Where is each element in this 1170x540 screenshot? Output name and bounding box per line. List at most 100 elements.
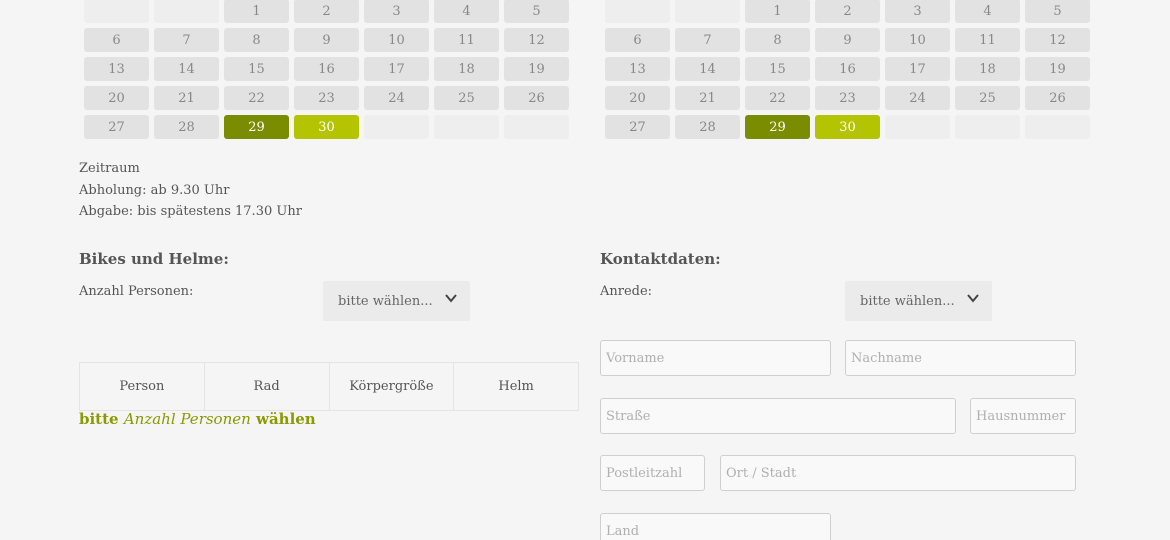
calendar-day[interactable]: 7 [675,28,740,52]
calendar-day[interactable]: 4 [434,0,499,23]
calendar-day[interactable]: 30 [294,115,359,139]
calendar-week: 6 7 8 9 10 11 12 [605,28,1090,52]
persons-hint: bitte Anzahl Personen wählen [79,410,316,428]
street-field[interactable] [600,398,956,434]
calendar-day[interactable]: 1 [745,0,810,23]
calendar-day[interactable]: 6 [84,28,149,52]
calendar-day[interactable]: 29 [224,115,289,139]
persons-table: Person Rad Körpergröße Helm [79,362,579,411]
hint-post: wählen [256,410,316,428]
calendar-day[interactable]: 16 [294,57,359,81]
calendar-day[interactable]: 2 [294,0,359,23]
period-info: Zeitraum Abholung: ab 9.30 Uhr Abgabe: b… [79,158,302,223]
lastname-field[interactable] [845,340,1076,376]
calendar-day[interactable]: 2 [815,0,880,23]
calendar-day-empty [504,115,569,139]
calendar-day-empty [364,115,429,139]
calendar-day[interactable]: 10 [885,28,950,52]
calendar-day[interactable]: 18 [434,57,499,81]
firstname-field[interactable] [600,340,831,376]
calendar-day-empty [84,0,149,23]
calendar-day[interactable]: 28 [675,115,740,139]
column-person: Person [79,362,205,411]
calendar-day-empty [955,115,1020,139]
calendar-day[interactable]: 17 [364,57,429,81]
calendar-day[interactable]: 20 [605,86,670,110]
calendar-day[interactable]: 19 [1025,57,1090,81]
calendar-day[interactable]: 25 [434,86,499,110]
calendar-day[interactable]: 1 [224,0,289,23]
persons-select-value: bitte wählen... [338,293,433,309]
calendar-day[interactable]: 23 [815,86,880,110]
calendar-week: 27 28 29 30 [84,115,569,139]
calendar-day[interactable]: 13 [84,57,149,81]
calendar-day[interactable]: 16 [815,57,880,81]
calendar-day[interactable]: 9 [815,28,880,52]
calendar-day[interactable]: 22 [745,86,810,110]
calendar-day[interactable]: 21 [675,86,740,110]
period-title: Zeitraum [79,161,140,176]
salutation-select-value: bitte wählen... [860,293,955,309]
calendar-day[interactable]: 26 [1025,86,1090,110]
salutation-select[interactable]: bitte wählen... [845,281,992,321]
housenumber-field[interactable] [970,398,1076,434]
calendar-day-empty [154,0,219,23]
calendar-day[interactable]: 15 [745,57,810,81]
calendar-day[interactable]: 12 [504,28,569,52]
calendar-day[interactable]: 8 [224,28,289,52]
calendar-day[interactable]: 18 [955,57,1020,81]
calendar-day[interactable]: 25 [955,86,1020,110]
column-bike: Rad [203,362,330,411]
column-height: Körpergröße [328,362,455,411]
calendar-day[interactable]: 28 [154,115,219,139]
persons-table-header: Person Rad Körpergröße Helm [79,362,579,411]
calendar-day[interactable]: 5 [1025,0,1090,23]
contact-heading: Kontaktdaten: [600,250,721,268]
calendar-day[interactable]: 11 [955,28,1020,52]
calendar-day[interactable]: 17 [885,57,950,81]
calendar-day[interactable]: 24 [364,86,429,110]
city-field[interactable] [720,455,1076,491]
calendar-day[interactable]: 12 [1025,28,1090,52]
calendar-day[interactable]: 21 [154,86,219,110]
calendar-day[interactable]: 15 [224,57,289,81]
pickup-time: Abholung: ab 9.30 Uhr [79,182,230,198]
calendar-day[interactable]: 29 [745,115,810,139]
calendar-day[interactable]: 6 [605,28,670,52]
country-field[interactable] [600,513,831,540]
calendar-day[interactable]: 9 [294,28,359,52]
calendar-day[interactable]: 10 [364,28,429,52]
calendar-day[interactable]: 14 [675,57,740,81]
calendar-day-empty [885,115,950,139]
calendar-day[interactable]: 24 [885,86,950,110]
calendar-day[interactable]: 3 [885,0,950,23]
calendar-day[interactable]: 19 [504,57,569,81]
bikes-heading: Bikes und Helme: [79,250,229,268]
calendar-day-empty [675,0,740,23]
calendar-day[interactable]: 27 [605,115,670,139]
persons-label: Anzahl Personen: [79,284,194,299]
calendar-day[interactable]: 13 [605,57,670,81]
calendar-day[interactable]: 14 [154,57,219,81]
calendar-day[interactable]: 3 [364,0,429,23]
calendar-week: 13 14 15 16 17 18 19 [84,57,569,81]
calendar-day[interactable]: 11 [434,28,499,52]
hint-pre: bitte [79,410,119,428]
calendar-day-empty [434,115,499,139]
calendar-day[interactable]: 5 [504,0,569,23]
calendar-day[interactable]: 30 [815,115,880,139]
calendar-day[interactable]: 26 [504,86,569,110]
chevron-down-icon [967,294,979,303]
calendar-day[interactable]: 8 [745,28,810,52]
calendar-day[interactable]: 20 [84,86,149,110]
calendar-day[interactable]: 23 [294,86,359,110]
calendar-week: 6 7 8 9 10 11 12 [84,28,569,52]
zip-field[interactable] [600,455,705,491]
calendar-day[interactable]: 7 [154,28,219,52]
calendar-day-empty [605,0,670,23]
calendar-day[interactable]: 22 [224,86,289,110]
calendar-week: 13 14 15 16 17 18 19 [605,57,1090,81]
persons-select[interactable]: bitte wählen... [323,281,470,321]
calendar-day[interactable]: 27 [84,115,149,139]
calendar-day[interactable]: 4 [955,0,1020,23]
